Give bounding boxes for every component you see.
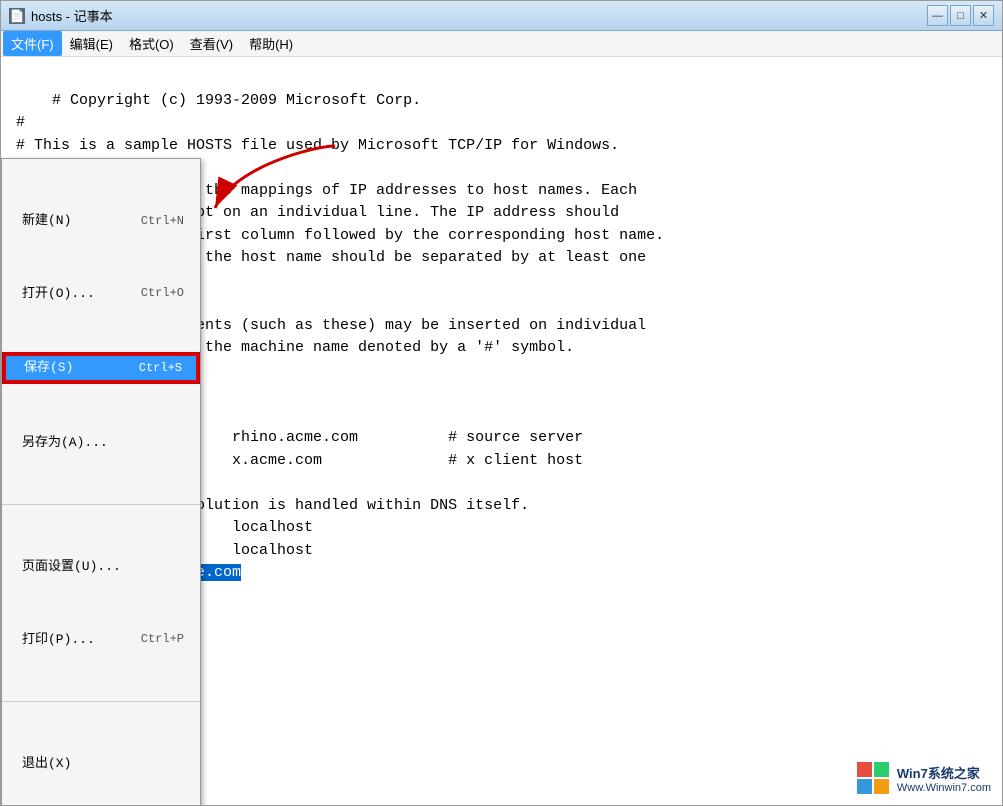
menu-save-shortcut: Ctrl+S [139, 359, 182, 377]
menu-item-exit[interactable]: 退出(X) [2, 750, 200, 778]
minimize-button[interactable]: — [927, 5, 948, 26]
menu-new-label: 新建(N) [22, 211, 71, 231]
menu-file[interactable]: 文件(F) [3, 31, 62, 56]
menu-new-shortcut: Ctrl+N [141, 212, 184, 230]
dropdown-menu: 新建(N) Ctrl+N 打开(O)... Ctrl+O 保存(S) Ctrl+… [1, 158, 201, 805]
title-bar: 📄 hosts - 记事本 — □ ✕ [1, 1, 1002, 31]
close-button[interactable]: ✕ [973, 5, 994, 26]
menu-bar: 文件(F) 编辑(E) 格式(O) 查看(V) 帮助(H) [1, 31, 1002, 57]
menu-item-save[interactable]: 保存(S) Ctrl+S [2, 352, 200, 384]
menu-print-shortcut: Ctrl+P [141, 630, 184, 648]
menu-exit-label: 退出(X) [22, 754, 71, 774]
menu-format[interactable]: 格式(O) [121, 31, 182, 56]
menu-edit[interactable]: 编辑(E) [62, 31, 121, 56]
window-controls: — □ ✕ [927, 5, 994, 26]
menu-open-shortcut: Ctrl+O [141, 284, 184, 302]
text-content[interactable]: # Copyright (c) 1993-2009 Microsoft Corp… [1, 57, 1002, 805]
menu-pagesetup-label: 页面设置(U)... [22, 557, 121, 577]
menu-item-pagesetup[interactable]: 页面设置(U)... [2, 553, 200, 581]
maximize-button[interactable]: □ [950, 5, 971, 26]
watermark-site-name: Win7系统之家 [897, 763, 991, 782]
windows-logo-icon [855, 760, 891, 796]
watermark-badge: Win7系统之家 Www.Winwin7.com [855, 760, 991, 796]
menu-item-open[interactable]: 打开(O)... Ctrl+O [2, 280, 200, 308]
menu-save-label: 保存(S) [24, 358, 73, 378]
app-icon: 📄 [9, 8, 25, 24]
menu-view[interactable]: 查看(V) [182, 31, 241, 56]
menu-item-saveas[interactable]: 另存为(A)... [2, 429, 200, 457]
menu-saveas-label: 另存为(A)... [22, 433, 108, 453]
main-window: 📄 hosts - 记事本 — □ ✕ 文件(F) 编辑(E) 格式(O) 查看… [0, 0, 1003, 806]
watermark-text-container: Win7系统之家 Www.Winwin7.com [897, 763, 991, 794]
menu-print-label: 打印(P)... [22, 630, 95, 650]
window-title: hosts - 记事本 [31, 6, 113, 25]
file-dropdown: 新建(N) Ctrl+N 打开(O)... Ctrl+O 保存(S) Ctrl+… [1, 113, 201, 805]
menu-open-label: 打开(O)... [22, 284, 95, 304]
watermark-url: Www.Winwin7.com [897, 782, 991, 794]
separator-1 [2, 504, 200, 505]
menu-item-new[interactable]: 新建(N) Ctrl+N [2, 207, 200, 235]
menu-item-print[interactable]: 打印(P)... Ctrl+P [2, 626, 200, 654]
separator-2 [2, 701, 200, 702]
menu-help[interactable]: 帮助(H) [241, 31, 301, 56]
